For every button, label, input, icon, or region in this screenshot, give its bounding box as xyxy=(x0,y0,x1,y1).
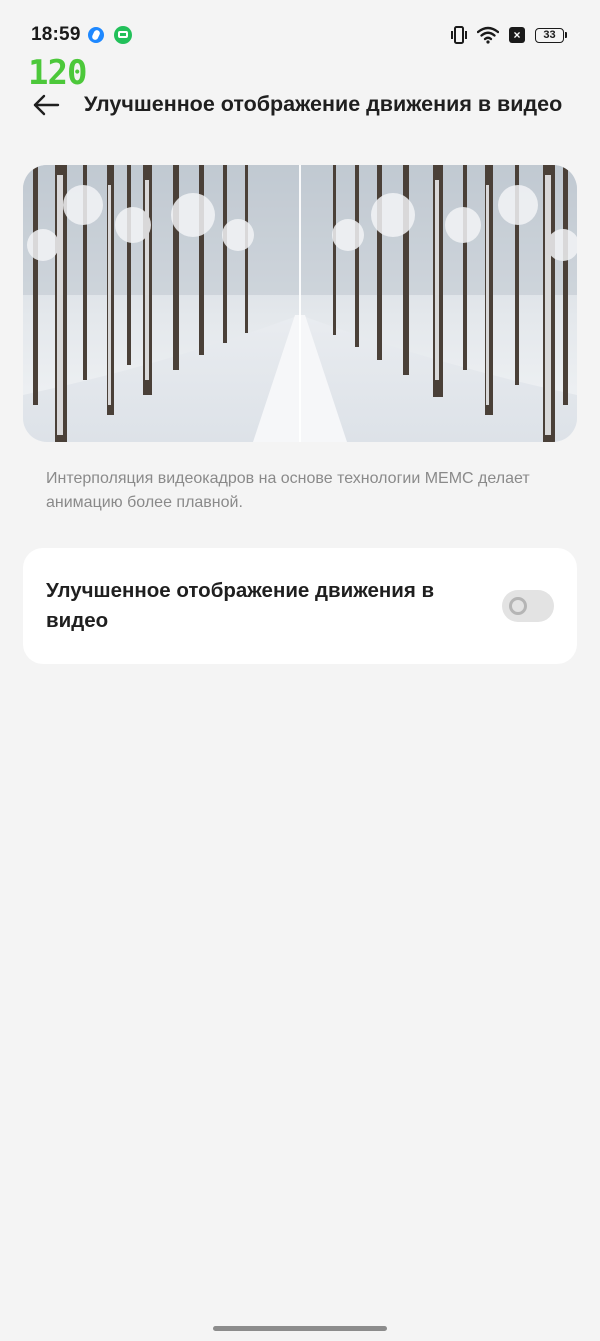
home-indicator[interactable] xyxy=(213,1326,387,1331)
notification-icons xyxy=(88,26,132,44)
setting-card[interactable]: Улучшенное отображение движения в видео xyxy=(23,548,577,664)
status-time: 18:59 xyxy=(31,24,81,45)
fps-counter: 120 xyxy=(28,53,87,93)
system-icons: × 33 xyxy=(451,25,567,45)
back-button[interactable] xyxy=(28,88,64,122)
motion-enhancement-toggle[interactable] xyxy=(502,590,554,622)
app-notification-icon xyxy=(88,27,104,43)
arrow-left-icon xyxy=(33,94,60,116)
vibrate-icon xyxy=(451,26,467,44)
setting-label: Улучшенное отображение движения в видео xyxy=(46,579,435,632)
chat-notification-icon xyxy=(114,26,132,44)
toggle-knob xyxy=(509,597,527,615)
feature-description: Интерполяция видеокадров на основе техно… xyxy=(46,470,530,511)
wifi-icon xyxy=(477,26,499,44)
no-sim-icon: × xyxy=(509,27,525,43)
battery-icon: 33 xyxy=(535,27,567,43)
page-title: Улучшенное отображение движения в видео xyxy=(84,92,563,116)
status-bar: 18:59 × 33 xyxy=(0,0,600,70)
preview-image xyxy=(23,165,577,442)
